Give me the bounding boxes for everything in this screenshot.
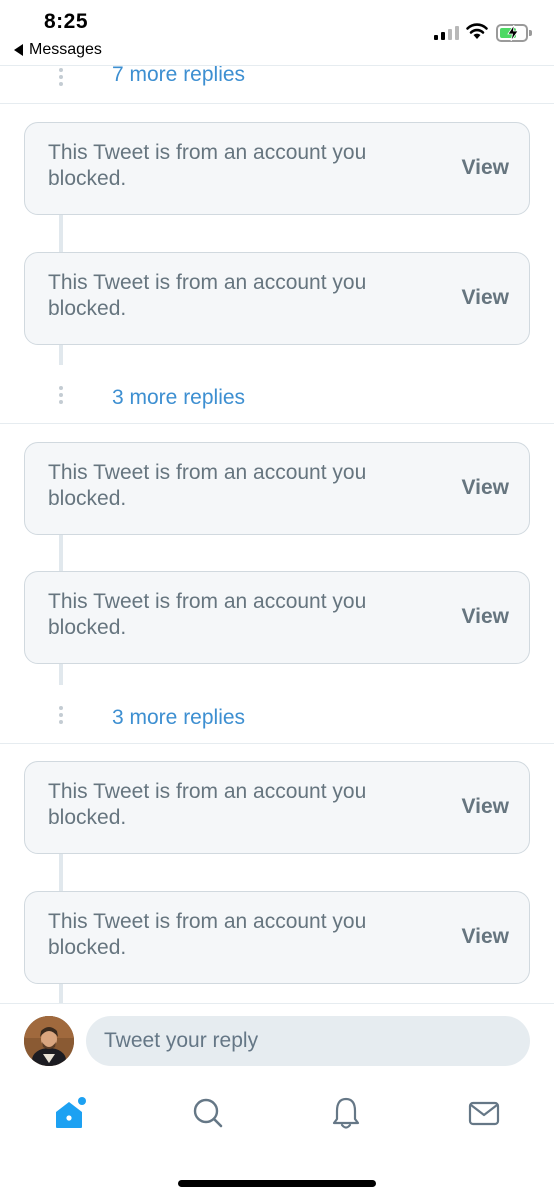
thread-connector: [59, 663, 63, 685]
reply-bar: Tweet your reply: [0, 1003, 554, 1077]
blocked-tweet-message: This Tweet is from an account you blocke…: [48, 271, 367, 320]
blocked-tweet-card: This Tweet is from an account you blocke…: [24, 761, 530, 854]
blocked-tweet-card: This Tweet is from an account you blocke…: [24, 571, 530, 664]
thread-connector: [59, 343, 63, 365]
more-replies-link[interactable]: 7 more replies: [112, 63, 245, 87]
cellular-signal-icon: [434, 26, 459, 40]
more-dots-icon: [58, 68, 64, 89]
section-divider: [0, 743, 554, 744]
avatar[interactable]: [24, 1016, 74, 1066]
messages-icon: [468, 1101, 500, 1126]
back-label: Messages: [29, 41, 102, 58]
blocked-tweet-message: This Tweet is from an account you blocke…: [48, 141, 367, 190]
wifi-icon: [466, 23, 488, 39]
blocked-tweet-card: This Tweet is from an account you blocke…: [24, 442, 530, 535]
blocked-tweet-card: This Tweet is from an account you blocke…: [24, 122, 530, 215]
back-to-messages[interactable]: Messages: [14, 41, 102, 59]
tab-home[interactable]: [50, 1093, 90, 1133]
more-replies-link[interactable]: 3 more replies: [112, 386, 245, 410]
thread-connector: [59, 213, 63, 253]
view-tweet-button[interactable]: View: [462, 795, 509, 819]
blocked-tweet-message: This Tweet is from an account you blocke…: [48, 461, 367, 510]
tab-messages[interactable]: [464, 1093, 504, 1133]
tab-notifications[interactable]: [326, 1093, 366, 1133]
more-dots-icon: [58, 706, 64, 727]
thread-connector: [59, 853, 63, 893]
search-icon: [193, 1098, 223, 1128]
clock: 8:25: [44, 10, 89, 33]
blocked-tweet-card: This Tweet is from an account you blocke…: [24, 252, 530, 345]
view-tweet-button[interactable]: View: [462, 286, 509, 310]
notifications-icon: [332, 1097, 360, 1129]
tweet-reply-input[interactable]: Tweet your reply: [86, 1016, 530, 1066]
home-icon: [56, 1097, 86, 1128]
reply-placeholder: Tweet your reply: [104, 1029, 259, 1052]
blocked-tweet-card: This Tweet is from an account you blocke…: [24, 891, 530, 984]
view-tweet-button[interactable]: View: [462, 605, 509, 629]
blocked-tweet-message: This Tweet is from an account you blocke…: [48, 780, 367, 829]
more-replies-row[interactable]: 7 more replies: [0, 62, 554, 102]
more-replies-row[interactable]: 3 more replies: [0, 700, 554, 740]
more-replies-row[interactable]: 3 more replies: [0, 380, 554, 420]
status-bar: 8:25 Messages: [0, 0, 554, 66]
view-tweet-button[interactable]: View: [462, 925, 509, 949]
more-replies-link[interactable]: 3 more replies: [112, 706, 245, 730]
home-indicator: [178, 1180, 376, 1187]
section-divider: [0, 103, 554, 104]
tab-search[interactable]: [188, 1093, 228, 1133]
blocked-tweet-message: This Tweet is from an account you blocke…: [48, 590, 367, 639]
blocked-tweet-message: This Tweet is from an account you blocke…: [48, 910, 367, 959]
back-arrow-icon: [14, 44, 23, 56]
view-tweet-button[interactable]: View: [462, 476, 509, 500]
thread-connector: [59, 533, 63, 573]
thread-connector: [59, 983, 63, 1005]
more-dots-icon: [58, 386, 64, 407]
view-tweet-button[interactable]: View: [462, 156, 509, 180]
section-divider: [0, 423, 554, 424]
battery-icon: [496, 24, 532, 42]
